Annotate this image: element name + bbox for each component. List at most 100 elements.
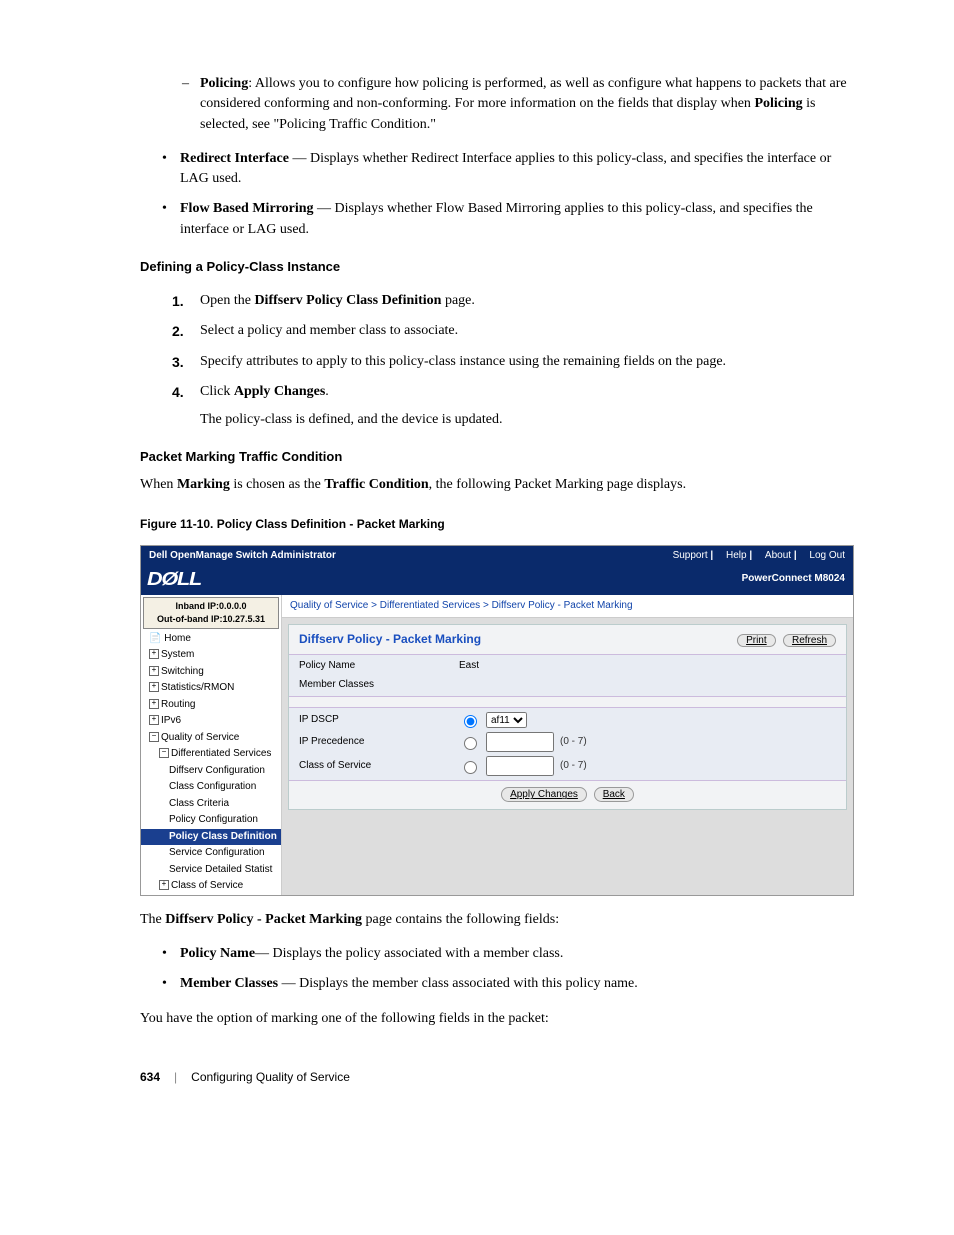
dscp-radio[interactable] bbox=[464, 715, 477, 728]
flow-label: Flow Based Mirroring bbox=[180, 201, 314, 216]
step-4: Click Apply Changes. The policy-class is… bbox=[200, 382, 854, 431]
print-button[interactable]: Print bbox=[737, 634, 776, 647]
row-policy: Policy Name East bbox=[289, 657, 846, 676]
step1-c: page. bbox=[441, 293, 474, 308]
field-member-text: — Displays the member class associated w… bbox=[278, 976, 638, 991]
af-b1: Diffserv Policy - Packet Marking bbox=[165, 912, 362, 927]
page-footer: 634 | Configuring Quality of Service bbox=[140, 1069, 854, 1086]
nav-switching[interactable]: +Switching bbox=[141, 664, 281, 681]
dscp-label: IP DSCP bbox=[299, 713, 459, 728]
prec-label: IP Precedence bbox=[299, 735, 459, 750]
step4-c: . bbox=[325, 384, 329, 399]
ms-p1: When bbox=[140, 477, 177, 492]
link-support[interactable]: Support bbox=[673, 550, 708, 561]
link-about[interactable]: About bbox=[765, 550, 791, 561]
cos-input[interactable] bbox=[486, 756, 554, 776]
af-p1: The bbox=[140, 912, 165, 927]
panel-actions: Apply Changes Back bbox=[289, 781, 846, 809]
row-prec: IP Precedence (0 - 7) bbox=[289, 730, 846, 754]
nav-home[interactable]: 📄 Home bbox=[141, 631, 281, 648]
ip-box: Inband IP:0.0.0.0 Out-of-band IP:10.27.5… bbox=[143, 597, 279, 629]
policing-label: Policing bbox=[200, 76, 248, 91]
field-policy-item: Policy Name— Displays the policy associa… bbox=[180, 944, 854, 964]
back-button[interactable]: Back bbox=[594, 787, 634, 802]
step-1: Open the Diffserv Policy Class Definitio… bbox=[200, 291, 854, 311]
row-cos: Class of Service (0 - 7) bbox=[289, 754, 846, 778]
step4-a: Click bbox=[200, 384, 234, 399]
ms-p3: , the following Packet Marking page disp… bbox=[429, 477, 686, 492]
after-fig-sentence: The Diffserv Policy - Packet Marking pag… bbox=[140, 910, 854, 930]
fig-titlebar: Dell OpenManage Switch Administrator Sup… bbox=[141, 546, 853, 567]
nav-system[interactable]: +System bbox=[141, 647, 281, 664]
panel-sec-info: Policy Name East Member Classes bbox=[289, 654, 846, 697]
panel-head: Diffserv Policy - Packet Marking Print R… bbox=[289, 625, 846, 654]
dscp-select[interactable]: af11 bbox=[486, 712, 527, 728]
panel: Diffserv Policy - Packet Marking Print R… bbox=[288, 624, 847, 810]
step-3: Specify attributes to apply to this poli… bbox=[200, 352, 854, 372]
nav-pconf[interactable]: Policy Configuration bbox=[141, 812, 281, 829]
nav-sconf[interactable]: Service Configuration bbox=[141, 845, 281, 862]
policy-name-value: East bbox=[459, 659, 479, 674]
steps-list: Open the Diffserv Policy Class Definitio… bbox=[140, 291, 854, 430]
policy-name-label: Policy Name bbox=[299, 659, 459, 674]
prec-radio[interactable] bbox=[464, 737, 477, 750]
figure-caption: Figure 11-10. Policy Class Definition - … bbox=[140, 516, 854, 533]
footer-section: Configuring Quality of Service bbox=[191, 1069, 350, 1086]
field-member-item: Member Classes — Displays the member cla… bbox=[180, 974, 854, 994]
apply-changes-button[interactable]: Apply Changes bbox=[501, 787, 587, 802]
page-number: 634 bbox=[140, 1069, 160, 1086]
cos-label: Class of Service bbox=[299, 759, 459, 774]
nav-diff[interactable]: −Differentiated Services bbox=[141, 746, 281, 763]
policing-text: : Allows you to configure how policing i… bbox=[200, 76, 847, 111]
nav-qos[interactable]: −Quality of Service bbox=[141, 730, 281, 747]
step1-b: Diffserv Policy Class Definition bbox=[254, 293, 441, 308]
step1-a: Open the bbox=[200, 293, 254, 308]
nav-tree[interactable]: Inband IP:0.0.0.0 Out-of-band IP:10.27.5… bbox=[141, 595, 282, 895]
link-help[interactable]: Help bbox=[726, 550, 747, 561]
prec-hint: (0 - 7) bbox=[560, 735, 587, 750]
fig-title: Dell OpenManage Switch Administrator bbox=[149, 549, 336, 564]
fig-header-links: Support | Help | About | Log Out bbox=[673, 549, 845, 564]
redirect-label: Redirect Interface bbox=[180, 151, 289, 166]
fig-body: Inband IP:0.0.0.0 Out-of-band IP:10.27.5… bbox=[141, 595, 853, 895]
fields-list: Policy Name— Displays the policy associa… bbox=[140, 944, 854, 995]
marking-sentence: When Marking is chosen as the Traffic Co… bbox=[140, 475, 854, 495]
ms-b2: Traffic Condition bbox=[324, 477, 428, 492]
footer-sep: | bbox=[174, 1069, 177, 1086]
refresh-button[interactable]: Refresh bbox=[783, 634, 836, 647]
member-classes-label: Member Classes bbox=[299, 678, 459, 693]
nav-cconf[interactable]: Class Configuration bbox=[141, 779, 281, 796]
step4-b: Apply Changes bbox=[234, 384, 325, 399]
step-2: Select a policy and member class to asso… bbox=[200, 321, 854, 341]
nav-ipv6[interactable]: +IPv6 bbox=[141, 713, 281, 730]
screenshot-figure: Dell OpenManage Switch Administrator Sup… bbox=[140, 545, 854, 896]
row-member: Member Classes bbox=[289, 676, 846, 695]
ms-b1: Marking bbox=[177, 477, 230, 492]
breadcrumb[interactable]: Quality of Service > Differentiated Serv… bbox=[282, 595, 853, 619]
fig-logo-row: DØLL PowerConnect M8024 bbox=[141, 566, 853, 594]
row-dscp: IP DSCP af11 bbox=[289, 710, 846, 730]
ip-oob: Out-of-band IP:10.27.5.31 bbox=[148, 613, 274, 626]
ip-inband: Inband IP:0.0.0.0 bbox=[148, 600, 274, 613]
policing-bold2: Policing bbox=[754, 96, 802, 111]
nav-pcdef[interactable]: Policy Class Definition bbox=[141, 829, 281, 846]
nav-dconf[interactable]: Diffserv Configuration bbox=[141, 763, 281, 780]
panel-sec-marking: IP DSCP af11 IP Precedence (0 - 7) bbox=[289, 707, 846, 781]
nav-ccrit[interactable]: Class Criteria bbox=[141, 796, 281, 813]
nav-sdstat[interactable]: Service Detailed Statist bbox=[141, 862, 281, 879]
nav-routing[interactable]: +Routing bbox=[141, 697, 281, 714]
cos-radio[interactable] bbox=[464, 761, 477, 774]
field-policy-text: — Displays the policy associated with a … bbox=[255, 946, 563, 961]
nav-cos[interactable]: +Class of Service bbox=[141, 878, 281, 895]
prec-input[interactable] bbox=[486, 732, 554, 752]
top-bullets: Redirect Interface — Displays whether Re… bbox=[140, 149, 854, 240]
policing-sublist: Policing: Allows you to configure how po… bbox=[140, 74, 854, 135]
closing-sentence: You have the option of marking one of th… bbox=[140, 1009, 854, 1029]
cos-hint: (0 - 7) bbox=[560, 759, 587, 774]
ms-p2: is chosen as the bbox=[230, 477, 324, 492]
product-label: PowerConnect M8024 bbox=[742, 572, 845, 587]
panel-title: Diffserv Policy - Packet Marking bbox=[299, 631, 481, 648]
link-logout[interactable]: Log Out bbox=[809, 550, 845, 561]
field-member-label: Member Classes bbox=[180, 976, 278, 991]
nav-stats[interactable]: +Statistics/RMON bbox=[141, 680, 281, 697]
